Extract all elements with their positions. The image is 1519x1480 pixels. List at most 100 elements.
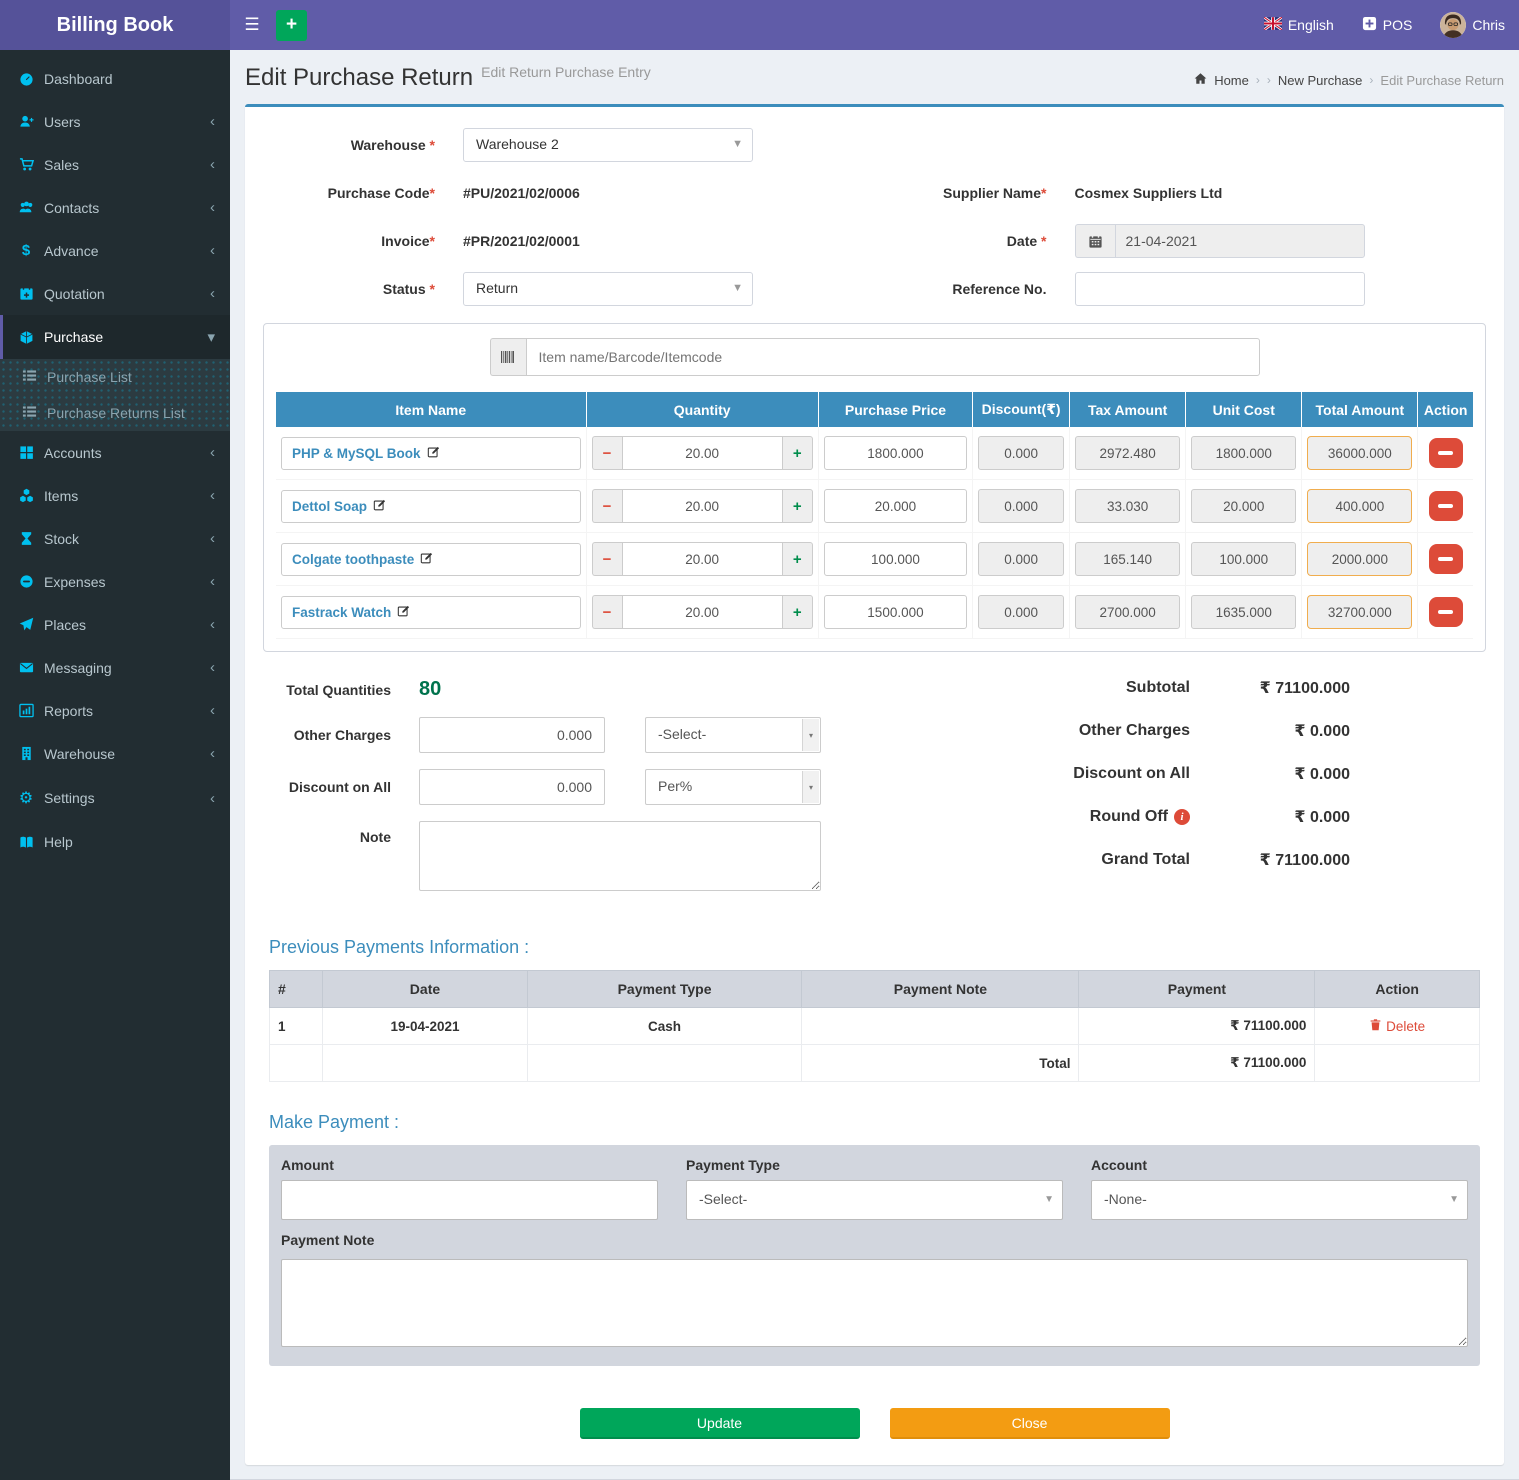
qty-input[interactable] xyxy=(622,489,783,523)
sidebar-item-messaging[interactable]: Messaging‹ xyxy=(0,646,230,689)
reference-input[interactable] xyxy=(1075,272,1365,306)
round-off-label: Round Off xyxy=(1090,808,1168,826)
col-discount: Discount(₹) xyxy=(973,392,1070,427)
item-name-link[interactable]: Colgate toothpaste xyxy=(292,552,414,567)
purchase-price-input[interactable] xyxy=(824,542,967,576)
account-select[interactable]: -None-▼ xyxy=(1091,1180,1468,1220)
grid-icon xyxy=(18,445,34,460)
other-charges-select[interactable]: -Select-▾ xyxy=(645,717,821,753)
chevron-left-icon: ‹ xyxy=(210,113,215,130)
purchase-submenu: Purchase List Purchase Returns List xyxy=(0,359,230,431)
col-quantity: Quantity xyxy=(586,392,818,427)
note-textarea[interactable] xyxy=(419,821,821,891)
edit-icon[interactable] xyxy=(373,498,387,515)
language-menu[interactable]: English xyxy=(1250,0,1348,50)
envelope-icon xyxy=(18,660,34,675)
qty-input[interactable] xyxy=(622,542,783,576)
delete-payment-link[interactable]: Delete xyxy=(1369,1018,1425,1034)
remove-item-button[interactable] xyxy=(1429,491,1463,521)
edit-icon[interactable] xyxy=(427,445,441,462)
sidebar-item-settings[interactable]: ⚙ Settings‹ xyxy=(0,775,230,821)
quick-add-button[interactable]: + xyxy=(276,10,307,41)
sidebar-item-quotation[interactable]: Quotation‹ xyxy=(0,272,230,315)
bar-chart-icon xyxy=(18,703,34,718)
qty-increase-button[interactable]: + xyxy=(783,595,813,629)
discount-type-select[interactable]: Per%▾ xyxy=(645,769,821,805)
discount-on-all-input[interactable] xyxy=(419,769,605,805)
sidebar-item-users[interactable]: Users‹ xyxy=(0,100,230,143)
pos-button[interactable]: POS xyxy=(1348,0,1427,50)
item-name-link[interactable]: Dettol Soap xyxy=(292,499,367,514)
qty-input[interactable] xyxy=(622,436,783,470)
edit-icon[interactable] xyxy=(420,551,434,568)
item-name-link[interactable]: PHP & MySQL Book xyxy=(292,446,421,461)
col-purchase-price: Purchase Price xyxy=(818,392,972,427)
caret-down-icon: ▼ xyxy=(732,138,743,150)
page-subtitle: Edit Return Purchase Entry xyxy=(481,64,651,80)
payment-num: 1 xyxy=(270,1008,323,1045)
remove-item-button[interactable] xyxy=(1429,438,1463,468)
status-select[interactable]: Return▼ xyxy=(463,272,753,306)
sidebar-toggle-icon[interactable]: ☰ xyxy=(230,0,274,50)
sidebar-item-warehouse[interactable]: Warehouse‹ xyxy=(0,732,230,775)
qty-increase-button[interactable]: + xyxy=(783,489,813,523)
qty-decrease-button[interactable]: − xyxy=(592,436,622,470)
date-input[interactable] xyxy=(1115,224,1365,258)
other-charges-input[interactable] xyxy=(419,717,605,753)
sidebar-item-accounts[interactable]: Accounts‹ xyxy=(0,431,230,474)
close-button[interactable]: Close xyxy=(890,1408,1170,1439)
remove-item-button[interactable] xyxy=(1429,544,1463,574)
cubes-icon xyxy=(18,488,34,503)
cart-icon xyxy=(18,157,34,172)
tax-amount-value: 2972.480 xyxy=(1075,436,1180,470)
discount-total-label: Discount on All xyxy=(1050,765,1190,783)
calendar-plus-icon xyxy=(18,286,34,301)
qty-increase-button[interactable]: + xyxy=(783,542,813,576)
sidebar-item-reports[interactable]: Reports‹ xyxy=(0,689,230,732)
amount-input[interactable] xyxy=(281,1180,658,1220)
remove-item-button[interactable] xyxy=(1429,597,1463,627)
sidebar-item-expenses[interactable]: Expenses‹ xyxy=(0,560,230,603)
sidebar-item-purchase-list[interactable]: Purchase List xyxy=(0,359,230,395)
warehouse-label: Warehouse xyxy=(351,137,426,153)
breadcrumb-home[interactable]: Home xyxy=(1214,73,1249,88)
breadcrumb: Home › › New Purchase › Edit Purchase Re… xyxy=(1194,72,1504,88)
item-search-input[interactable] xyxy=(526,338,1260,376)
item-name-link[interactable]: Fastrack Watch xyxy=(292,605,391,620)
brand-logo[interactable]: Billing Book xyxy=(0,0,230,50)
sidebar-item-purchase-returns-list[interactable]: Purchase Returns List xyxy=(0,395,230,431)
info-icon[interactable]: i xyxy=(1174,809,1190,825)
chevron-left-icon: ‹ xyxy=(210,487,215,504)
qty-increase-button[interactable]: + xyxy=(783,436,813,470)
purchase-price-input[interactable] xyxy=(824,489,967,523)
sidebar-item-sales[interactable]: Sales‹ xyxy=(0,143,230,186)
sidebar-item-advance[interactable]: $ Advance‹ xyxy=(0,229,230,272)
sidebar-item-places[interactable]: Places‹ xyxy=(0,603,230,646)
sidebar-item-stock[interactable]: Stock‹ xyxy=(0,517,230,560)
qty-input[interactable] xyxy=(622,595,783,629)
chevron-down-icon: ▾ xyxy=(207,328,215,346)
qty-decrease-button[interactable]: − xyxy=(592,489,622,523)
edit-icon[interactable] xyxy=(397,604,411,621)
sidebar-item-purchase[interactable]: Purchase▾ xyxy=(0,315,230,359)
sidebar-item-items[interactable]: Items‹ xyxy=(0,474,230,517)
qty-decrease-button[interactable]: − xyxy=(592,595,622,629)
breadcrumb-new-purchase[interactable]: New Purchase xyxy=(1278,73,1363,88)
user-menu[interactable]: Chris xyxy=(1426,0,1519,50)
purchase-price-input[interactable] xyxy=(824,436,967,470)
sidebar-item-contacts[interactable]: Contacts‹ xyxy=(0,186,230,229)
items-panel: Item Name Quantity Purchase Price Discou… xyxy=(263,323,1486,652)
previous-payments-table: # Date Payment Type Payment Note Payment… xyxy=(269,970,1480,1082)
payment-type-select[interactable]: -Select-▼ xyxy=(686,1180,1063,1220)
payment-note-textarea[interactable] xyxy=(281,1259,1468,1347)
account-label: Account xyxy=(1091,1157,1468,1173)
qty-decrease-button[interactable]: − xyxy=(592,542,622,576)
purchase-price-input[interactable] xyxy=(824,595,967,629)
warehouse-select[interactable]: Warehouse 2▼ xyxy=(463,128,753,162)
col-tax-amount: Tax Amount xyxy=(1070,392,1186,427)
tax-amount-value: 165.140 xyxy=(1075,542,1180,576)
update-button[interactable]: Update xyxy=(580,1408,860,1439)
caret-down-icon: ▼ xyxy=(732,282,743,294)
sidebar-item-dashboard[interactable]: Dashboard xyxy=(0,58,230,100)
sidebar-item-help[interactable]: Help xyxy=(0,821,230,863)
